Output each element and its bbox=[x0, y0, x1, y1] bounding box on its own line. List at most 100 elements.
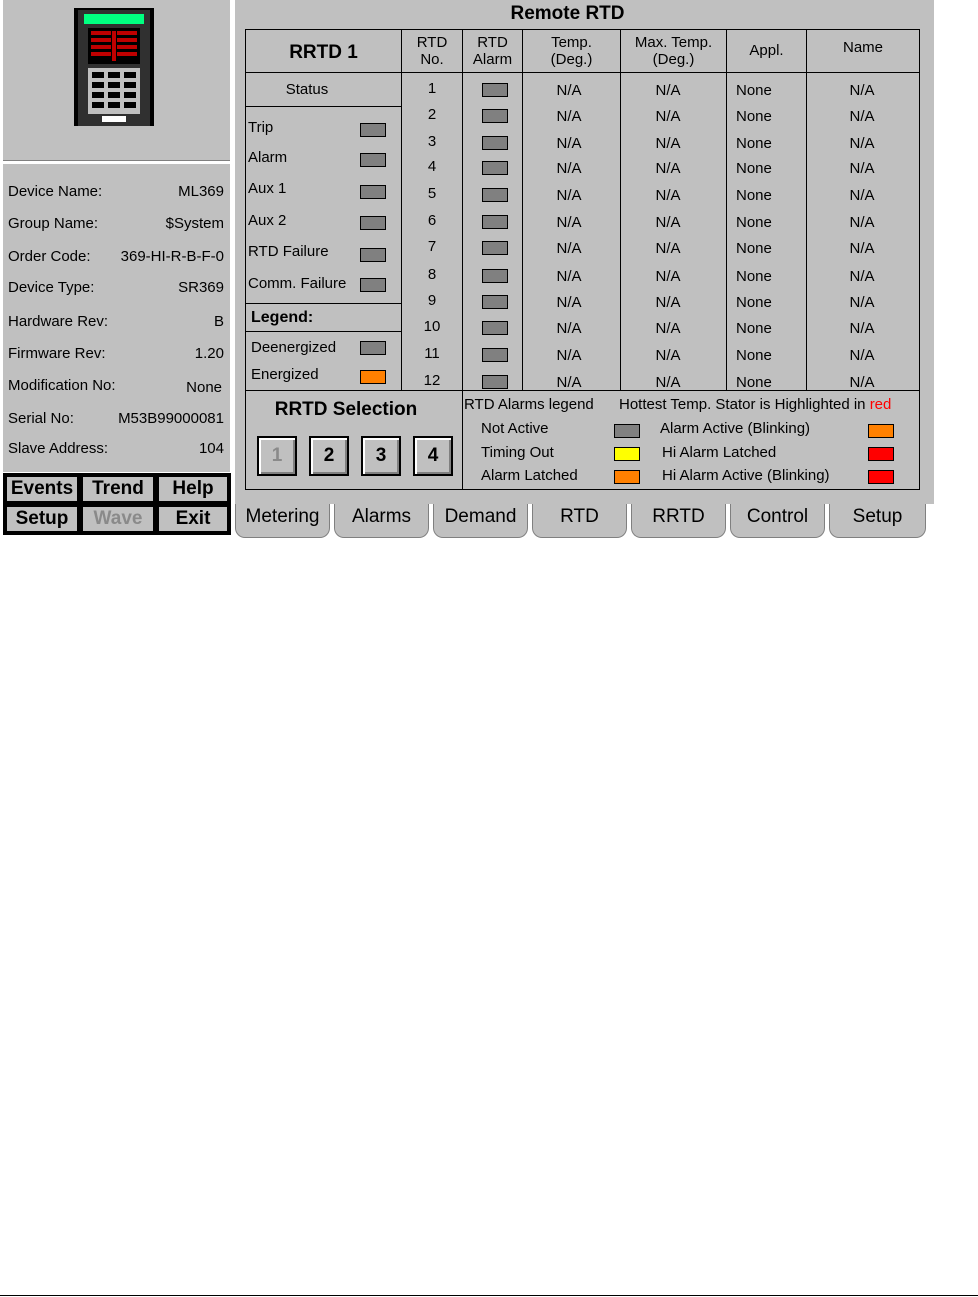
rtd-alarm-indicator bbox=[482, 241, 508, 255]
rtd-max-temp-value: N/A bbox=[655, 108, 681, 125]
rtd-alarm-indicator bbox=[482, 348, 508, 362]
info-label: Order Code: bbox=[8, 248, 91, 265]
info-label: Device Name: bbox=[8, 183, 103, 200]
col-header-rtd-no: RTD No. bbox=[416, 34, 448, 68]
status-label: Status bbox=[285, 81, 329, 98]
status-item-label: Alarm bbox=[248, 149, 288, 166]
rrtd-select-3-button[interactable]: 3 bbox=[361, 436, 401, 476]
rtd-number: 8 bbox=[427, 266, 437, 283]
status-item-label: Aux 1 bbox=[248, 180, 287, 197]
events-button[interactable]: Events bbox=[5, 475, 79, 503]
rtd-max-temp-value: N/A bbox=[655, 240, 681, 257]
tab-rrtd[interactable]: RRTD bbox=[631, 504, 726, 538]
rtd-number: 11 bbox=[424, 345, 440, 362]
rtd-appl-value: None bbox=[736, 135, 772, 152]
help-button[interactable]: Help bbox=[157, 475, 229, 503]
rtd-number: 5 bbox=[427, 185, 437, 202]
legend-hi-alarm-latched-swatch bbox=[868, 447, 894, 461]
legend-alarm-active-swatch bbox=[868, 424, 894, 438]
status-item-label: Comm. Failure bbox=[248, 275, 347, 292]
legend-energized-swatch bbox=[360, 370, 386, 384]
tab-setup[interactable]: Setup bbox=[829, 504, 926, 538]
legend-deenergized-swatch bbox=[360, 341, 386, 355]
setup-button[interactable]: Setup bbox=[5, 505, 79, 533]
rrtd-label: RRTD 1 bbox=[289, 42, 358, 63]
rtd-number: 6 bbox=[427, 212, 437, 229]
rtd-alarm-indicator bbox=[482, 375, 508, 389]
comm-failure-indicator bbox=[360, 278, 386, 292]
rtd-max-temp-value: N/A bbox=[655, 82, 681, 99]
rrtd-select-4-button[interactable]: 4 bbox=[413, 436, 453, 476]
rtd-alarm-indicator bbox=[482, 295, 508, 309]
rtd-alarm-indicator bbox=[482, 109, 508, 123]
trend-button[interactable]: Trend bbox=[81, 475, 155, 503]
legend-hi-alarm-latched-label: Hi Alarm Latched bbox=[662, 444, 777, 461]
rtd-appl-value: None bbox=[736, 347, 772, 364]
rrtd-select-1-button[interactable]: 1 bbox=[257, 436, 297, 476]
info-label: Device Type: bbox=[8, 279, 95, 296]
tab-demand[interactable]: Demand bbox=[433, 504, 528, 538]
page-title: Remote RTD bbox=[510, 3, 625, 24]
rtd-number: 7 bbox=[427, 238, 437, 255]
rtd-appl-value: None bbox=[736, 187, 772, 204]
relay-device-icon bbox=[74, 8, 154, 126]
legend-alarm-latched-label: Alarm Latched bbox=[481, 467, 578, 484]
col-header-rtd-alarm: RTD Alarm bbox=[472, 34, 513, 68]
rtd-temp-value: N/A bbox=[556, 187, 582, 204]
rtd-name-value: N/A bbox=[849, 82, 875, 99]
legend-energized-label: Energized bbox=[251, 366, 319, 383]
rtd-temp-value: N/A bbox=[556, 135, 582, 152]
tab-control[interactable]: Control bbox=[730, 504, 825, 538]
rtd-appl-value: None bbox=[736, 320, 772, 337]
rtd-alarm-indicator bbox=[482, 83, 508, 97]
info-value: M53B99000081 bbox=[118, 410, 224, 427]
hottest-text: Hottest Temp. Stator is Highlighted in bbox=[619, 396, 866, 413]
rtd-temp-value: N/A bbox=[556, 374, 582, 391]
legend-not-active-label: Not Active bbox=[481, 420, 549, 437]
legend-hi-alarm-active-swatch bbox=[868, 470, 894, 484]
rtd-appl-value: None bbox=[736, 240, 772, 257]
rtd-name-value: N/A bbox=[849, 214, 875, 231]
trip-indicator bbox=[360, 123, 386, 137]
info-value: 369-HI-R-B-F-0 bbox=[120, 248, 224, 265]
rtd-alarm-indicator bbox=[482, 188, 508, 202]
rtd-number: 10 bbox=[423, 318, 441, 335]
rrtd-selection-title: RRTD Selection bbox=[274, 399, 418, 420]
info-label: Group Name: bbox=[8, 215, 99, 232]
rtd-temp-value: N/A bbox=[556, 160, 582, 177]
rtd-number: 1 bbox=[427, 80, 437, 97]
col-header-max-temp: Max. Temp. (Deg.) bbox=[634, 34, 713, 68]
legend-timing-out-swatch bbox=[614, 447, 640, 461]
aux1-indicator bbox=[360, 185, 386, 199]
rtd-temp-value: N/A bbox=[556, 268, 582, 285]
exit-button[interactable]: Exit bbox=[157, 505, 229, 533]
info-label: Hardware Rev: bbox=[8, 313, 109, 330]
rtd-failure-indicator bbox=[360, 248, 386, 262]
rtd-name-value: N/A bbox=[849, 374, 875, 391]
rtd-number: 4 bbox=[427, 158, 437, 175]
tab-rtd[interactable]: RTD bbox=[532, 504, 627, 538]
tab-alarms[interactable]: Alarms bbox=[334, 504, 429, 538]
status-item-label: Aux 2 bbox=[248, 212, 287, 229]
info-value: None bbox=[186, 379, 222, 396]
rtd-name-value: N/A bbox=[849, 108, 875, 125]
rtd-name-value: N/A bbox=[849, 268, 875, 285]
rtd-alarm-indicator bbox=[482, 321, 508, 335]
rtd-number: 3 bbox=[427, 133, 437, 150]
legend-label: Legend: bbox=[251, 309, 314, 326]
rtd-appl-value: None bbox=[736, 82, 772, 99]
tab-metering[interactable]: Metering bbox=[235, 504, 330, 538]
rtd-max-temp-value: N/A bbox=[655, 268, 681, 285]
status-item-label: Trip bbox=[248, 119, 274, 136]
rtd-alarm-indicator bbox=[482, 161, 508, 175]
rtd-appl-value: None bbox=[736, 268, 772, 285]
legend-deenergized-label: Deenergized bbox=[251, 339, 337, 356]
rtd-number: 9 bbox=[427, 292, 437, 309]
rtd-name-value: N/A bbox=[849, 347, 875, 364]
rtd-alarm-indicator bbox=[482, 136, 508, 150]
rtd-alarm-indicator bbox=[482, 215, 508, 229]
rtd-temp-value: N/A bbox=[556, 347, 582, 364]
rrtd-select-2-button[interactable]: 2 bbox=[309, 436, 349, 476]
rtd-temp-value: N/A bbox=[556, 214, 582, 231]
rtd-appl-value: None bbox=[736, 160, 772, 177]
